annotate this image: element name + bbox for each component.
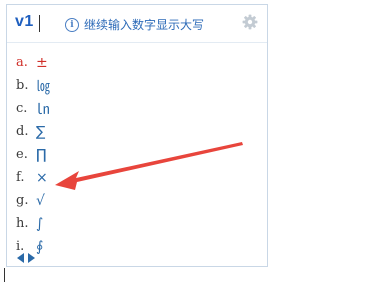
annotation-arrow-icon (55, 142, 243, 190)
